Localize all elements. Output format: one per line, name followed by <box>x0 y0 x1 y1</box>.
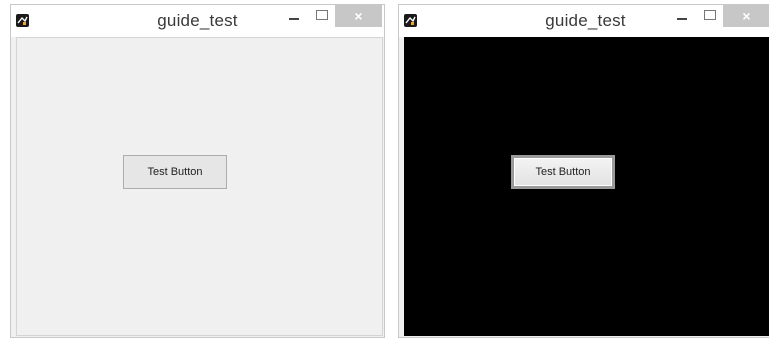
maximize-icon <box>316 10 328 20</box>
title-bar[interactable]: guide_test × <box>399 5 769 37</box>
test-button[interactable]: Test Button <box>511 155 615 189</box>
title-bar[interactable]: guide_test × <box>11 5 384 37</box>
test-button[interactable]: Test Button <box>123 155 227 189</box>
maximize-button[interactable] <box>311 5 333 27</box>
minimize-icon <box>289 18 299 20</box>
maximize-icon <box>704 10 716 20</box>
close-icon: × <box>354 8 363 24</box>
figure-canvas: Test Button <box>16 37 383 336</box>
figure-window-dark: guide_test × Test Button <box>398 4 769 338</box>
minimize-icon <box>677 18 687 20</box>
close-button[interactable]: × <box>335 5 382 27</box>
figure-window-light: guide_test × Test Button <box>10 4 385 338</box>
close-icon: × <box>742 8 751 24</box>
minimize-button[interactable] <box>281 5 307 27</box>
maximize-button[interactable] <box>699 5 721 27</box>
figure-canvas: Test Button <box>404 37 769 336</box>
minimize-button[interactable] <box>669 5 695 27</box>
close-button[interactable]: × <box>723 5 769 27</box>
